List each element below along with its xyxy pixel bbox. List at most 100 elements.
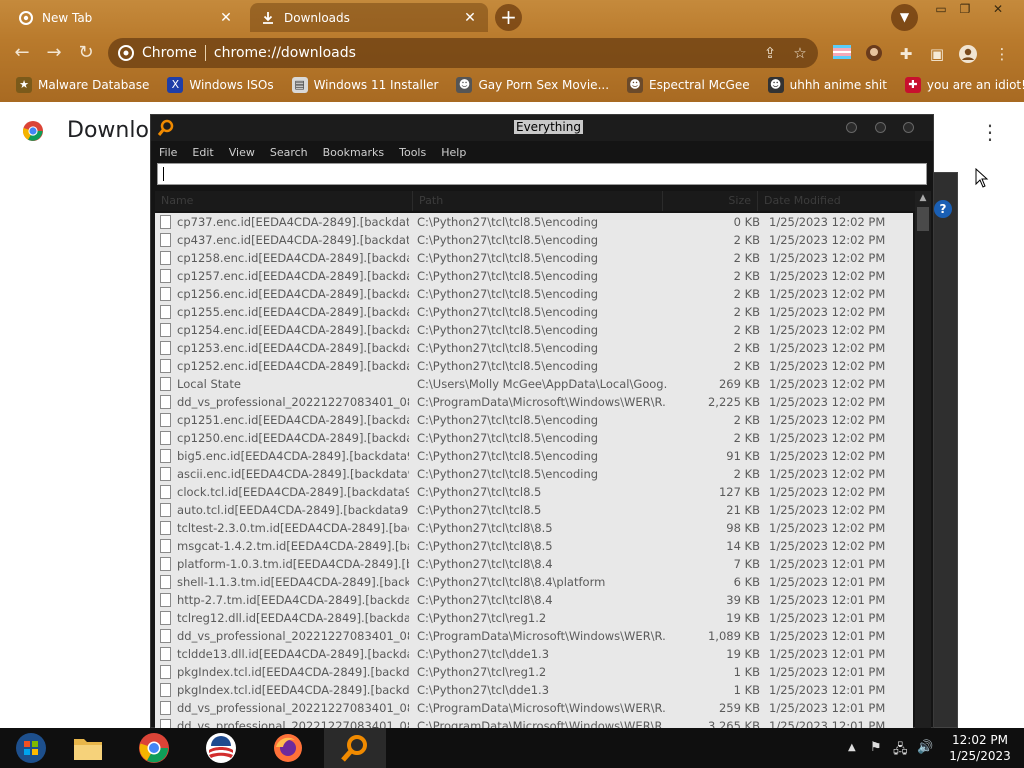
bookmark-item[interactable]: ★ Malware Database: [16, 77, 149, 93]
network-icon[interactable]: 🖧: [893, 740, 908, 762]
table-row[interactable]: cp1252.enc.id[EEDA4CDA-2849].[backdata..…: [155, 357, 913, 375]
magnifier-icon: [341, 735, 367, 762]
file-explorer-button[interactable]: [57, 728, 119, 768]
table-row[interactable]: cp1256.enc.id[EEDA4CDA-2849].[backdata..…: [155, 285, 913, 303]
table-row[interactable]: auto.tcl.id[EEDA4CDA-2849].[backdata900.…: [155, 501, 913, 519]
file-icon: [160, 269, 171, 283]
table-row[interactable]: pkgIndex.tcl.id[EEDA4CDA-2849].[backdat.…: [155, 663, 913, 681]
table-row[interactable]: tclreg12.dll.id[EEDA4CDA-2849].[backdata…: [155, 609, 913, 627]
scroll-up-arrow-icon[interactable]: ▲: [915, 191, 931, 205]
kebab-menu-icon[interactable]: ⋮: [992, 44, 1012, 64]
side-panel-icon[interactable]: ▣: [927, 44, 947, 64]
extension-flag-icon[interactable]: [832, 44, 852, 64]
window-titlebar[interactable]: Everything: [151, 115, 933, 141]
table-row[interactable]: dd_vs_professional_20221227083401_082...…: [155, 393, 913, 411]
table-row[interactable]: tcldde13.dll.id[EEDA4CDA-2849].[backdat.…: [155, 645, 913, 663]
help-icon[interactable]: ?: [934, 200, 952, 218]
table-row[interactable]: http-2.7.tm.id[EEDA4CDA-2849].[backdata.…: [155, 591, 913, 609]
star-icon: ★: [16, 77, 32, 93]
menu-edit[interactable]: Edit: [192, 146, 213, 159]
clock-date: 1/25/2023: [949, 749, 1011, 763]
restore-button[interactable]: ❐: [950, 0, 980, 18]
menu-search[interactable]: Search: [270, 146, 308, 159]
reload-icon[interactable]: ↻: [74, 41, 98, 65]
table-row[interactable]: cp1250.enc.id[EEDA4CDA-2849].[backdata..…: [155, 429, 913, 447]
table-row[interactable]: dd_vs_professional_20221227083401_082...…: [155, 627, 913, 645]
file-size: 0 KB: [733, 215, 760, 229]
tab-new-tab[interactable]: New Tab ✕: [8, 3, 244, 32]
menu-help[interactable]: Help: [441, 146, 466, 159]
close-window-button[interactable]: ✕: [983, 0, 1013, 18]
table-row[interactable]: cp1254.enc.id[EEDA4CDA-2849].[backdata..…: [155, 321, 913, 339]
menu-view[interactable]: View: [229, 146, 255, 159]
scroll-thumb[interactable]: [917, 207, 929, 231]
file-icon: [160, 431, 171, 445]
table-row[interactable]: tcltest-2.3.0.tm.id[EEDA4CDA-2849].[back…: [155, 519, 913, 537]
close-icon[interactable]: ✕: [462, 10, 478, 26]
chevron-down-icon[interactable]: ▼: [891, 4, 918, 31]
bookmark-item[interactable]: ☻ uhhh anime shit: [767, 77, 887, 93]
column-name[interactable]: Name: [155, 191, 413, 211]
table-row[interactable]: cp1255.enc.id[EEDA4CDA-2849].[backdata..…: [155, 303, 913, 321]
bookmark-star-icon[interactable]: ☆: [788, 44, 812, 62]
mouse-cursor-icon: [975, 168, 989, 188]
table-row[interactable]: cp1257.enc.id[EEDA4CDA-2849].[backdata..…: [155, 267, 913, 285]
table-row[interactable]: cp437.enc.id[EEDA4CDA-2849].[backdata9..…: [155, 231, 913, 249]
menu-file[interactable]: File: [159, 146, 177, 159]
vertical-scrollbar[interactable]: ▲: [915, 191, 931, 729]
back-arrow-icon[interactable]: ←: [10, 41, 34, 65]
table-row[interactable]: cp1258.enc.id[EEDA4CDA-2849].[backdata..…: [155, 249, 913, 267]
minimize-button[interactable]: [846, 122, 857, 133]
chrome-taskbar-button[interactable]: [123, 728, 185, 768]
table-row[interactable]: shell-1.1.3.tm.id[EEDA4CDA-2849].[backda…: [155, 573, 913, 591]
menu-tools[interactable]: Tools: [399, 146, 426, 159]
puzzle-extensions-icon[interactable]: ✚: [896, 44, 916, 64]
tray-overflow-chevron-icon[interactable]: ▲: [848, 742, 856, 753]
table-row[interactable]: dd_vs_professional_20221227083401_080...…: [155, 699, 913, 717]
bookmark-item[interactable]: ☻ Espectral McGee: [627, 77, 750, 93]
bookmark-item[interactable]: ☻ Gay Porn Sex Movie...: [456, 77, 609, 93]
search-input[interactable]: [157, 163, 927, 185]
profile-avatar-icon[interactable]: [958, 44, 978, 64]
firefox-button[interactable]: [257, 728, 319, 768]
table-row[interactable]: Local State C:\Users\Molly McGee\AppData\…: [155, 375, 913, 393]
close-button[interactable]: [903, 122, 914, 133]
start-button[interactable]: [0, 728, 62, 768]
table-row[interactable]: pkgIndex.tcl.id[EEDA4CDA-2849].[backdat.…: [155, 681, 913, 699]
file-name: shell-1.1.3.tm.id[EEDA4CDA-2849].[backda…: [177, 575, 409, 589]
volume-icon[interactable]: 🔊: [917, 740, 933, 755]
url-text[interactable]: chrome://downloads: [214, 45, 758, 61]
column-size[interactable]: Size: [663, 191, 758, 211]
bookmark-item[interactable]: X Windows ISOs: [167, 77, 274, 93]
bookmark-item[interactable]: ▤ Windows 11 Installer: [291, 77, 438, 93]
table-row[interactable]: msgcat-1.4.2.tm.id[EEDA4CDA-2849].[back.…: [155, 537, 913, 555]
column-date-modified[interactable]: Date Modified: [758, 191, 917, 211]
new-tab-button[interactable]: +: [495, 4, 522, 31]
menu-bookmarks[interactable]: Bookmarks: [323, 146, 384, 159]
everything-taskbar-button[interactable]: [324, 728, 386, 768]
file-date: 1/25/2023 12:02 PM: [769, 503, 886, 517]
table-row[interactable]: cp737.enc.id[EEDA4CDA-2849].[backdata9..…: [155, 213, 913, 231]
table-row[interactable]: cp1251.enc.id[EEDA4CDA-2849].[backdata..…: [155, 411, 913, 429]
file-path: C:\Python27\tcl\tcl8.5: [417, 503, 542, 517]
kebab-menu-icon[interactable]: ⋮: [980, 120, 1000, 144]
table-row[interactable]: big5.enc.id[EEDA4CDA-2849].[backdata90..…: [155, 447, 913, 465]
tab-downloads[interactable]: Downloads ✕: [250, 3, 488, 32]
address-bar[interactable]: Chrome chrome://downloads ⇪ ☆: [108, 38, 818, 68]
bookmark-item[interactable]: ✚ you are an idiot!: [904, 77, 1024, 93]
extension-avatar-icon[interactable]: [864, 44, 884, 64]
table-row[interactable]: cp1253.enc.id[EEDA4CDA-2849].[backdata..…: [155, 339, 913, 357]
table-row[interactable]: platform-1.0.3.tm.id[EEDA4CDA-2849].[bac…: [155, 555, 913, 573]
close-icon[interactable]: ✕: [218, 10, 234, 26]
table-row[interactable]: ascii.enc.id[EEDA4CDA-2849].[backdata90.…: [155, 465, 913, 483]
forward-arrow-icon[interactable]: →: [42, 41, 66, 65]
system-clock[interactable]: 12:02 PM 1/25/2023: [944, 732, 1016, 764]
file-path: C:\Python27\tcl\dde1.3: [417, 683, 550, 697]
table-row[interactable]: clock.tcl.id[EEDA4CDA-2849].[backdata900…: [155, 483, 913, 501]
action-center-flag-icon[interactable]: ⚑: [870, 740, 882, 755]
file-date: 1/25/2023 12:02 PM: [769, 449, 886, 463]
maximize-button[interactable]: [875, 122, 886, 133]
share-icon[interactable]: ⇪: [758, 44, 782, 62]
column-path[interactable]: Path: [413, 191, 663, 211]
obama-logo-app-button[interactable]: [190, 728, 252, 768]
